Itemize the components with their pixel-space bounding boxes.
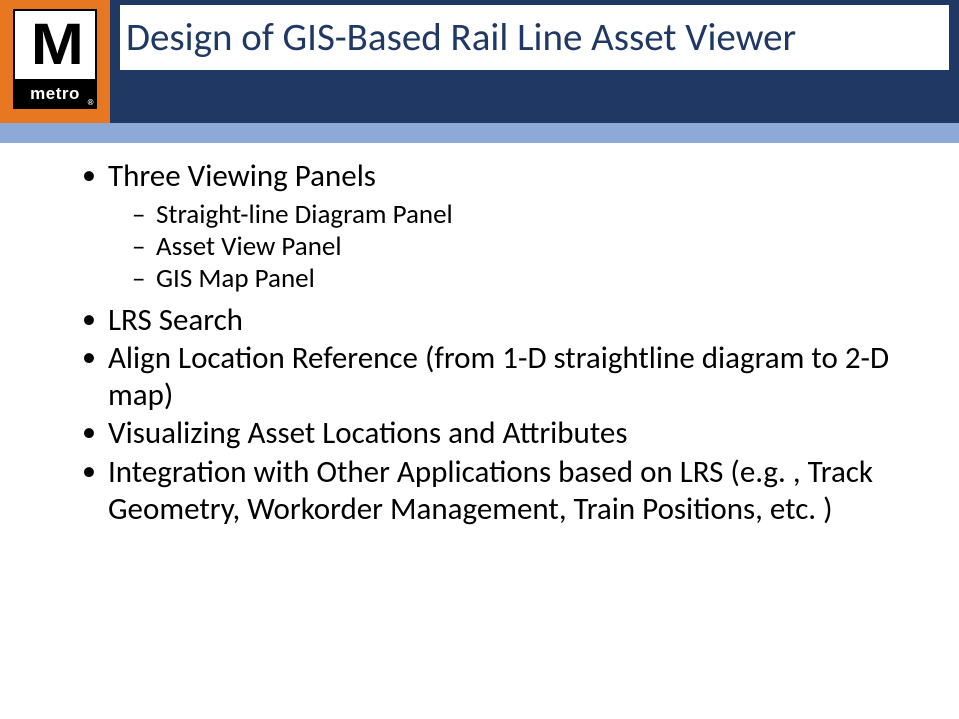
- blue-divider-bar: [0, 123, 959, 143]
- slide-body: Three Viewing Panels Straight-line Diagr…: [78, 158, 929, 529]
- sub-list-item: Asset View Panel: [132, 231, 929, 263]
- list-item-text: LRS Search: [108, 301, 243, 339]
- list-item-text: Three Viewing Panels: [108, 157, 376, 195]
- list-item: LRS Search: [78, 302, 929, 339]
- registered-icon: ®: [88, 98, 94, 107]
- list-item-text: Align Location Reference (from 1-D strai…: [108, 339, 889, 414]
- list-item: Three Viewing Panels Straight-line Diagr…: [78, 158, 929, 296]
- metro-logo-top: M: [13, 9, 97, 79]
- metro-logo-word: metro: [30, 84, 80, 104]
- slide-header: M metro ® Design of GIS-Based Rail Line …: [0, 0, 959, 123]
- slide-title: Design of GIS-Based Rail Line Asset View…: [120, 5, 949, 70]
- metro-logo: M metro ®: [13, 9, 97, 114]
- bullet-list: Three Viewing Panels Straight-line Diagr…: [78, 158, 929, 527]
- list-item-text: Integration with Other Applications base…: [108, 453, 873, 528]
- list-item: Align Location Reference (from 1-D strai…: [78, 340, 929, 413]
- list-item-text: Visualizing Asset Locations and Attribut…: [108, 414, 627, 452]
- metro-logo-letter: M: [31, 16, 80, 74]
- sub-bullet-list: Straight-line Diagram Panel Asset View P…: [132, 199, 929, 296]
- metro-logo-bottom: metro ®: [13, 79, 97, 109]
- list-item: Integration with Other Applications base…: [78, 454, 929, 527]
- list-item: Visualizing Asset Locations and Attribut…: [78, 415, 929, 452]
- sub-list-item: GIS Map Panel: [132, 263, 929, 295]
- sub-list-item: Straight-line Diagram Panel: [132, 199, 929, 231]
